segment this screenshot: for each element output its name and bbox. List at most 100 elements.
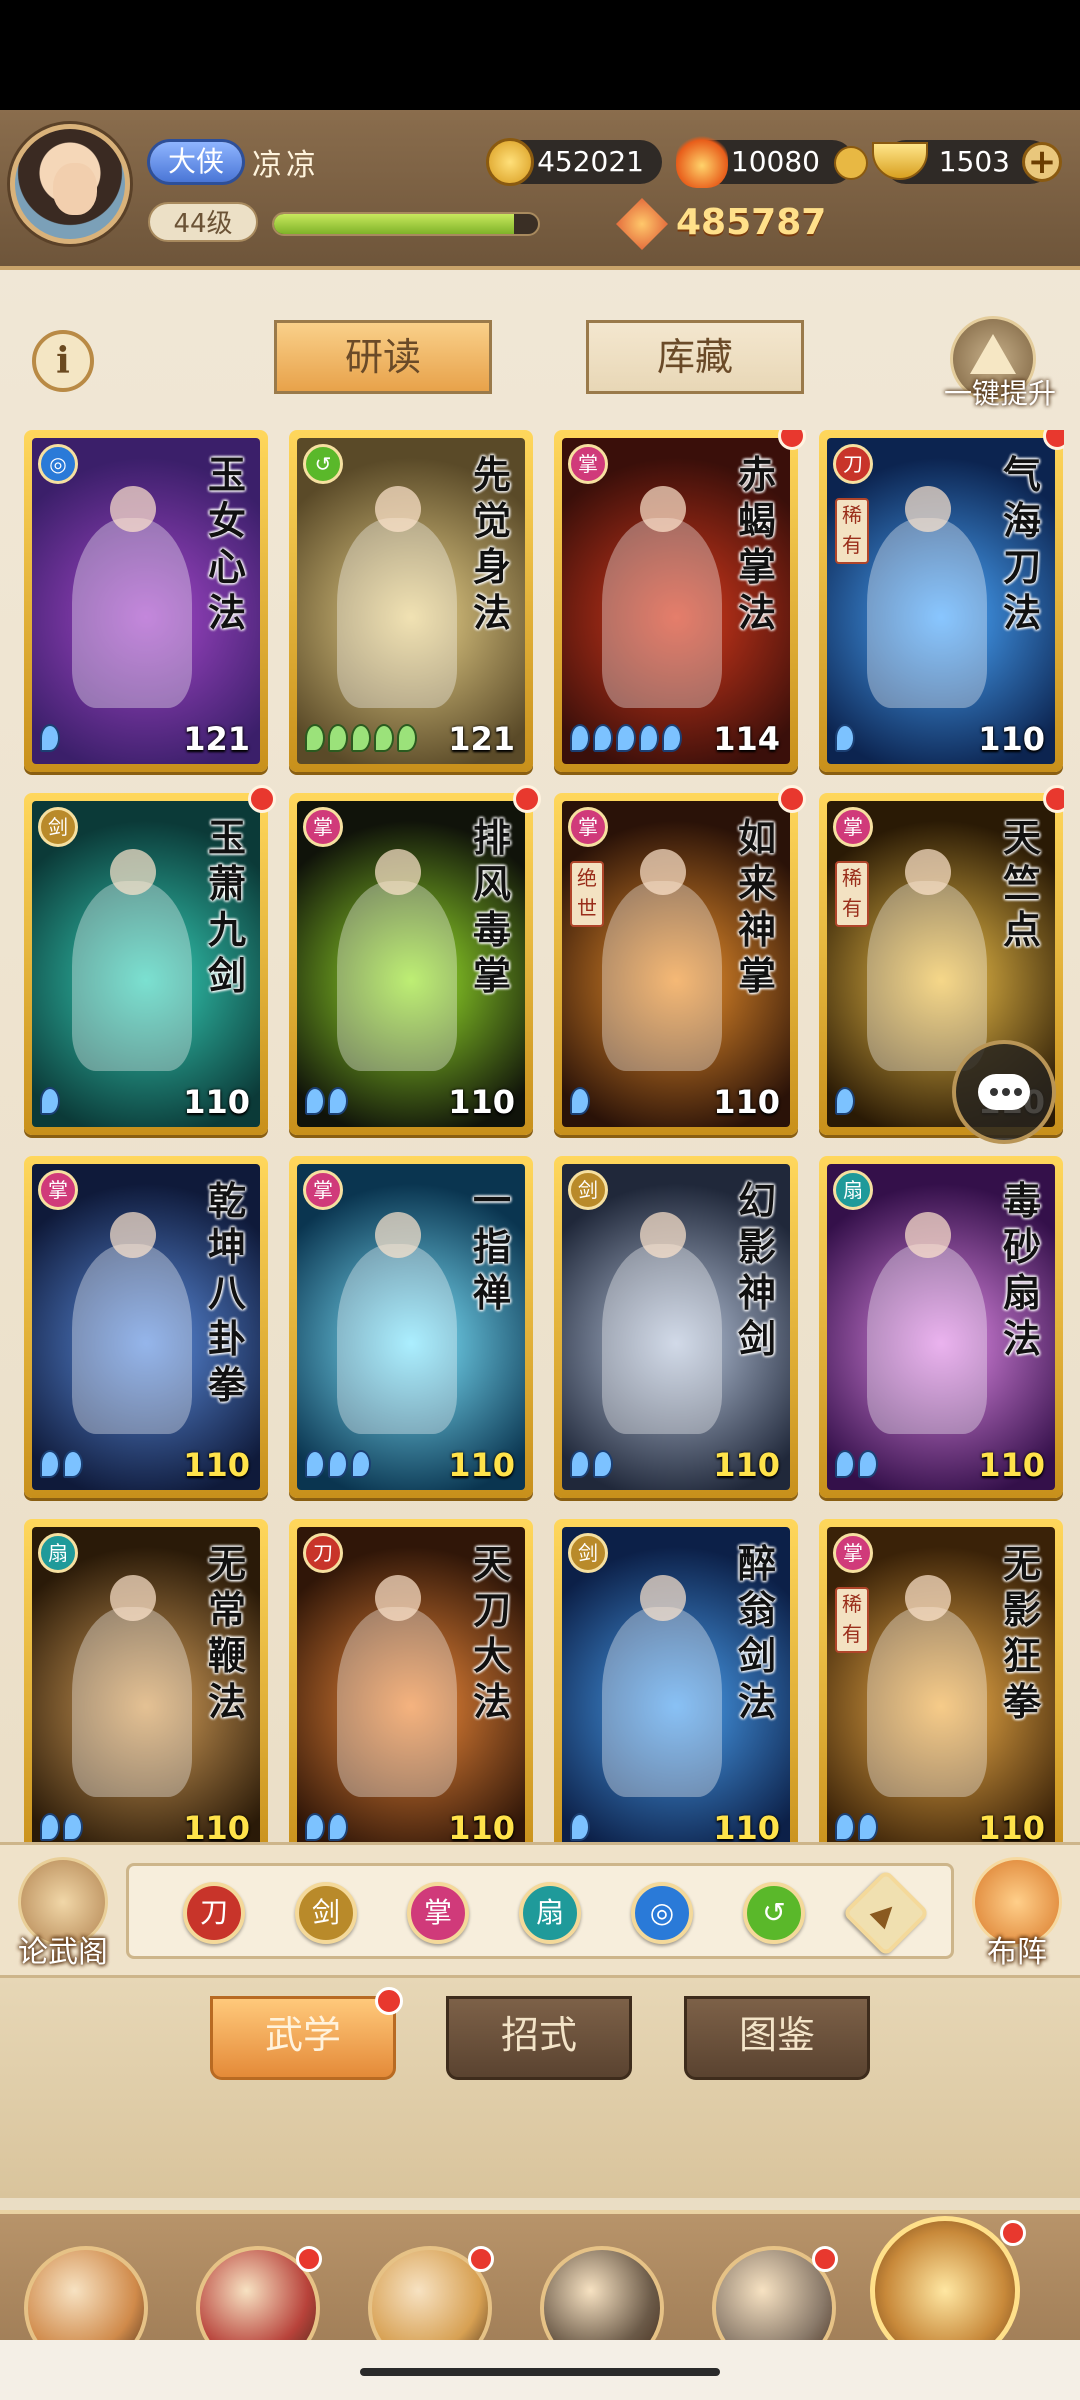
formation-button[interactable]: 布阵	[962, 1853, 1072, 1973]
add-ingot-button[interactable]: +	[1022, 142, 1062, 182]
skill-card[interactable]: 掌 一指禅 110	[289, 1156, 533, 1498]
pip-icon	[351, 724, 371, 752]
skill-name: 乾坤八卦拳	[207, 1178, 246, 1407]
pip-icon	[858, 1813, 878, 1841]
info-button[interactable]: i	[32, 330, 94, 392]
pip-icon	[374, 724, 394, 752]
pip-icon	[40, 1813, 60, 1841]
notification-dot	[248, 785, 276, 813]
all-school-icon[interactable]: ▲	[842, 1869, 930, 1957]
skill-level: 110	[448, 1083, 515, 1121]
tab-study[interactable]: 研读	[274, 320, 492, 394]
star-pips	[40, 724, 63, 754]
school-icon: 刀	[303, 1533, 343, 1573]
skill-card[interactable]: 掌 赤蝎掌法 114	[554, 430, 806, 772]
skill-name: 毒砂扇法	[1002, 1178, 1041, 1361]
skill-card[interactable]: 扇 毒砂扇法 110	[819, 1156, 1063, 1498]
character-figure	[602, 518, 722, 708]
coin-counter[interactable]: 452021	[486, 138, 662, 186]
chat-dot-icon	[990, 1088, 998, 1096]
skill-card-art: 掌稀有 无影狂拳 110	[827, 1527, 1055, 1853]
skill-card[interactable]: 刀天刀大法 110	[289, 1519, 533, 1861]
skill-card-art: 刀天刀大法 110	[297, 1527, 525, 1853]
pip-icon	[40, 724, 60, 752]
coin-value: 452021	[537, 145, 644, 178]
pip-icon	[397, 724, 417, 752]
discussion-hall-button[interactable]: 论武阁	[8, 1853, 118, 1973]
player-avatar[interactable]	[10, 124, 130, 244]
water-school-icon[interactable]: ◎	[631, 1882, 693, 1944]
flame-icon	[676, 132, 728, 188]
skill-card[interactable]: ↺ 先觉身法 121	[289, 430, 533, 772]
school-icon: 掌	[833, 1533, 873, 1573]
character-head	[375, 486, 421, 532]
skill-card[interactable]: 掌稀有 无影狂拳 110	[819, 1519, 1063, 1861]
notification-dot	[778, 785, 806, 813]
skill-card[interactable]: 掌 排风毒掌 110	[289, 785, 541, 1135]
skill-card[interactable]: 剑 幻影神剑 110	[554, 1156, 798, 1498]
ingot-counter[interactable]: 1503 +	[872, 140, 1062, 184]
skill-card-art: 剑 玉萧九剑 110	[32, 801, 260, 1127]
blade-school-icon[interactable]: 刀	[183, 1882, 245, 1944]
character-figure	[72, 881, 192, 1071]
skill-card[interactable]: 掌绝世 如来神掌 110	[554, 785, 806, 1135]
star-pips	[570, 1087, 593, 1117]
school-icon: 扇	[833, 1170, 873, 1210]
notification-dot	[812, 2246, 838, 2272]
player-header: 大侠 凉凉 44级 452021 10080 1503 + 485787	[0, 110, 1080, 270]
character-head	[905, 849, 951, 895]
palm-school-icon[interactable]: 掌	[407, 1882, 469, 1944]
skill-level: 110	[713, 1083, 780, 1121]
skill-name: 一指禅	[472, 1178, 511, 1315]
one-click-upgrade-button[interactable]: 一键提升	[930, 316, 1060, 416]
character-head	[640, 1212, 686, 1258]
pip-icon	[305, 1450, 325, 1478]
star-pips	[40, 1813, 86, 1843]
character-figure	[337, 1244, 457, 1434]
chat-button[interactable]	[952, 1040, 1056, 1144]
school-icon: 剑	[568, 1170, 608, 1210]
skill-card[interactable]: 刀稀有 气海刀法 110	[819, 430, 1064, 772]
character-head	[375, 1575, 421, 1621]
tab-collection[interactable]: 库藏	[586, 320, 804, 394]
subtab-martial-arts[interactable]: 武学	[210, 1987, 403, 2080]
skill-card[interactable]: 剑醉翁剑法 110	[554, 1519, 798, 1861]
character-head	[375, 1212, 421, 1258]
character-figure	[602, 881, 722, 1071]
school-icon: 掌	[568, 444, 608, 484]
flame-counter[interactable]: 10080	[676, 132, 868, 188]
home-indicator[interactable]	[360, 2368, 720, 2376]
character-head	[110, 486, 156, 532]
character-figure	[602, 1244, 722, 1434]
discussion-hall-label: 论武阁	[18, 1935, 108, 1970]
skill-card[interactable]: 剑 玉萧九剑 110	[24, 785, 276, 1135]
school-filter-list: 刀剑掌扇 ◎ ↺ ▲	[126, 1863, 954, 1959]
skill-name: 玉萧九剑	[207, 815, 246, 998]
subtab-moves[interactable]: 招式	[446, 1996, 632, 2080]
character-figure	[72, 1244, 192, 1434]
fan-school-icon[interactable]: 扇	[519, 1882, 581, 1944]
pip-icon	[40, 1450, 60, 1478]
sword-school-icon[interactable]: 剑	[295, 1882, 357, 1944]
school-icon: 掌	[303, 1170, 343, 1210]
skill-level: 110	[978, 720, 1045, 758]
pip-icon	[570, 724, 590, 752]
notification-dot	[296, 2246, 322, 2272]
skill-card-art: 剑 幻影神剑 110	[562, 1164, 790, 1490]
pip-icon	[835, 1450, 855, 1478]
skill-card[interactable]: ◎ 玉女心法 121	[24, 430, 268, 772]
skill-name: 醉翁剑法	[737, 1541, 776, 1724]
subtab-codex[interactable]: 图鉴	[684, 1996, 870, 2080]
subtab-label: 图鉴	[738, 2013, 815, 2057]
wind-school-icon[interactable]: ↺	[743, 1882, 805, 1944]
skill-card[interactable]: 掌 乾坤八卦拳 110	[24, 1156, 268, 1498]
skill-name: 天竺点	[1002, 815, 1041, 952]
school-icon: ◎	[38, 444, 78, 484]
skill-card-art: 剑醉翁剑法 110	[562, 1527, 790, 1853]
skill-card-art: 扇 毒砂扇法 110	[827, 1164, 1055, 1490]
notification-dot	[1043, 785, 1064, 813]
character-figure	[337, 881, 457, 1071]
pip-icon	[835, 724, 855, 752]
pip-icon	[63, 1813, 83, 1841]
skill-card[interactable]: 扇无常鞭法 110	[24, 1519, 268, 1861]
